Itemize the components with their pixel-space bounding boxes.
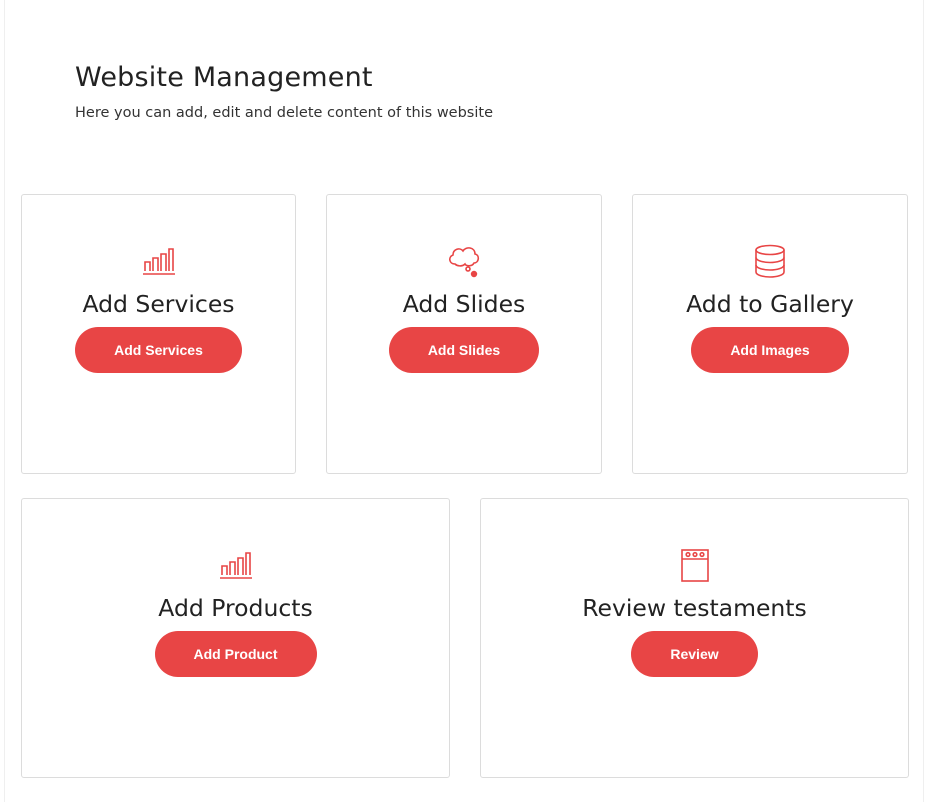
card-title: Add Slides <box>402 290 526 318</box>
card-title: Add Products <box>158 594 313 622</box>
add-images-button[interactable]: Add Images <box>691 327 849 373</box>
card-add-to-gallery: Add to Gallery Add Images <box>632 194 908 474</box>
add-services-button[interactable]: Add Services <box>75 327 242 373</box>
add-slides-button[interactable]: Add Slides <box>388 327 540 373</box>
card-add-products: Add Products Add Product <box>21 498 450 778</box>
add-product-button[interactable]: Add Product <box>154 631 317 677</box>
page-title: Website Management <box>75 62 373 93</box>
notepad-icon <box>677 547 713 583</box>
bar-chart-icon <box>141 243 177 279</box>
review-button[interactable]: Review <box>631 631 758 677</box>
thought-cloud-icon <box>446 243 482 279</box>
bar-chart-icon <box>218 547 254 583</box>
card-review-testaments: Review testaments Review <box>480 498 909 778</box>
page-header: Website Management Here you can add, edi… <box>75 62 493 121</box>
card-title: Review testaments <box>582 594 807 622</box>
database-icon <box>752 243 788 279</box>
card-title: Add Services <box>82 290 235 318</box>
card-add-slides: Add Slides Add Slides <box>326 194 602 474</box>
card-add-services: Add Services Add Services <box>21 194 296 474</box>
page-subtitle: Here you can add, edit and delete conten… <box>75 105 493 121</box>
card-title: Add to Gallery <box>686 290 854 318</box>
